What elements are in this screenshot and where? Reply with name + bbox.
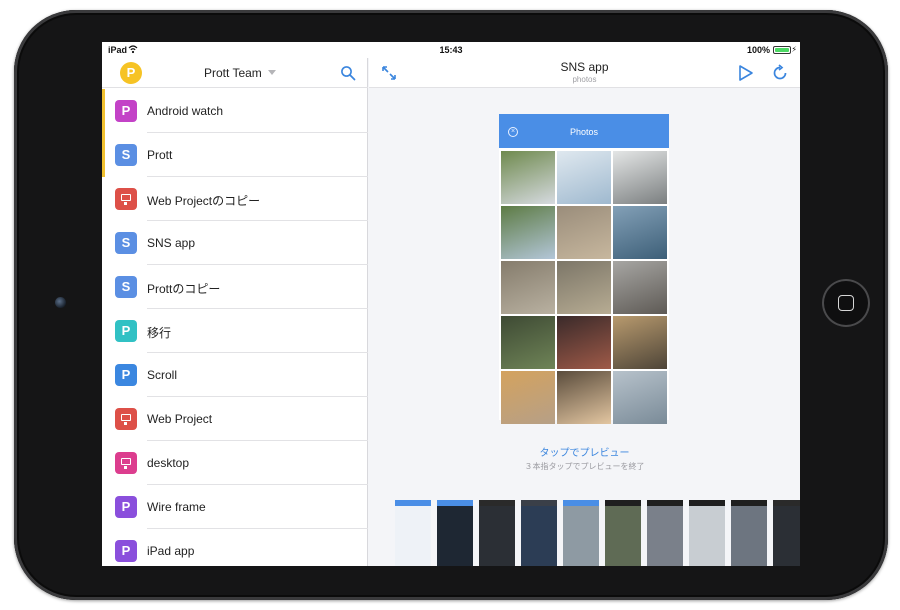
phone-preview[interactable]: × Photos xyxy=(499,114,669,424)
monitor-icon xyxy=(115,408,137,430)
team-logo[interactable]: P xyxy=(120,62,142,84)
screen-thumbnail[interactable] xyxy=(689,500,725,566)
project-name: 移行 xyxy=(147,326,172,340)
project-item[interactable]: P 移行 xyxy=(102,309,368,353)
team-selector[interactable]: Prott Team xyxy=(204,66,262,80)
photo-thumbnail[interactable] xyxy=(557,206,611,259)
photo-thumbnail[interactable] xyxy=(501,316,555,369)
phone-title: Photos xyxy=(569,127,599,137)
project-item[interactable]: desktop xyxy=(102,441,368,485)
photo-thumbnail[interactable] xyxy=(613,316,667,369)
search-icon[interactable] xyxy=(340,65,356,81)
project-item[interactable]: PiPad app xyxy=(102,529,368,566)
project-type-icon: P xyxy=(115,100,137,122)
photo-thumbnail[interactable] xyxy=(613,371,667,424)
project-type-icon: S xyxy=(115,276,137,298)
photo-thumbnail[interactable] xyxy=(557,261,611,314)
screen-thumbnail[interactable] xyxy=(563,500,599,566)
play-icon[interactable] xyxy=(738,64,754,82)
screen-thumbnail[interactable] xyxy=(521,500,557,566)
monitor-icon xyxy=(115,452,137,474)
tap-preview-link[interactable]: タップでプレビュー xyxy=(369,444,800,459)
photo-thumbnail[interactable] xyxy=(557,316,611,369)
project-type-icon: S xyxy=(115,232,137,254)
app-title: SNS app xyxy=(560,60,609,74)
project-name: desktop xyxy=(147,456,190,470)
photo-thumbnail[interactable] xyxy=(557,151,611,204)
project-name: SNS app xyxy=(147,236,196,250)
photo-thumbnail[interactable] xyxy=(613,206,667,259)
project-item[interactable]: P Scroll xyxy=(102,353,368,397)
screen-thumbnail[interactable] xyxy=(479,500,515,566)
screen-name: photos xyxy=(572,75,597,84)
project-name: Prottのコピー xyxy=(147,282,221,296)
project-type-icon: S xyxy=(115,144,137,166)
photo-thumbnail[interactable] xyxy=(501,261,555,314)
battery-percent: 100% xyxy=(746,45,770,55)
project-type-icon: P xyxy=(115,540,137,562)
photo-thumbnail[interactable] xyxy=(557,371,611,424)
project-item[interactable]: Web Project xyxy=(102,397,368,441)
monitor-icon xyxy=(115,188,137,210)
screen-thumbnail[interactable] xyxy=(773,500,800,566)
screen-thumbnail[interactable] xyxy=(647,500,683,566)
chevron-down-icon[interactable] xyxy=(268,70,276,75)
project-type-icon: P xyxy=(115,320,137,342)
clock: 15:43 xyxy=(439,45,463,55)
project-item[interactable]: P Android watch xyxy=(102,89,368,133)
project-name: Web Project xyxy=(147,412,213,426)
charging-icon: ⚡ xyxy=(791,45,797,54)
project-item[interactable]: S Prott xyxy=(102,133,368,177)
project-list: P Android watch S Prott Web Projectのコピー S SNS … xyxy=(102,89,368,566)
status-bar: iPad 15:43 100% ⚡ xyxy=(102,42,800,58)
preview-header: SNS app photos xyxy=(369,58,800,88)
project-item[interactable]: P Wire frame xyxy=(102,485,368,529)
sidebar-header: P Prott Team xyxy=(102,58,368,88)
photo-thumbnail[interactable] xyxy=(613,151,667,204)
home-square-icon xyxy=(838,295,854,311)
project-name: Web Projectのコピー xyxy=(147,194,261,208)
screen-thumbnail[interactable] xyxy=(605,500,641,566)
project-item[interactable]: S Prottのコピー xyxy=(102,265,368,309)
photo-thumbnail[interactable] xyxy=(501,206,555,259)
screen-thumbnail[interactable] xyxy=(437,500,473,566)
home-button[interactable] xyxy=(822,279,870,327)
screen-thumbnail[interactable] xyxy=(395,500,431,566)
preview-pane: SNS app photos × Photos タップでプレビュー ３本指タップ… xyxy=(369,58,800,566)
screen: iPad 15:43 100% ⚡ P Prott Team P Android … xyxy=(102,42,800,566)
camera xyxy=(55,297,66,308)
refresh-icon[interactable] xyxy=(771,64,789,82)
photo-thumbnail[interactable] xyxy=(613,261,667,314)
project-name: Android watch xyxy=(147,104,224,118)
project-item[interactable]: Web Projectのコピー xyxy=(102,177,368,221)
project-item[interactable]: S SNS app xyxy=(102,221,368,265)
battery-icon xyxy=(773,46,791,54)
project-type-icon: P xyxy=(115,496,137,518)
project-sidebar: P Prott Team P Android watch S Prott Web Pro… xyxy=(102,58,368,566)
project-name: Wire frame xyxy=(147,500,206,514)
photo-thumbnail[interactable] xyxy=(501,371,555,424)
project-name: Scroll xyxy=(147,368,178,382)
project-name: Prott xyxy=(147,148,173,162)
photo-thumbnail[interactable] xyxy=(501,151,555,204)
project-name: iPad app xyxy=(147,544,195,558)
screen-thumbnails xyxy=(395,500,800,566)
screen-thumbnail[interactable] xyxy=(731,500,767,566)
project-type-icon: P xyxy=(115,364,137,386)
phone-header: × Photos xyxy=(499,114,669,148)
tap-end-hint: ３本指タップでプレビューを終了 xyxy=(524,462,645,471)
